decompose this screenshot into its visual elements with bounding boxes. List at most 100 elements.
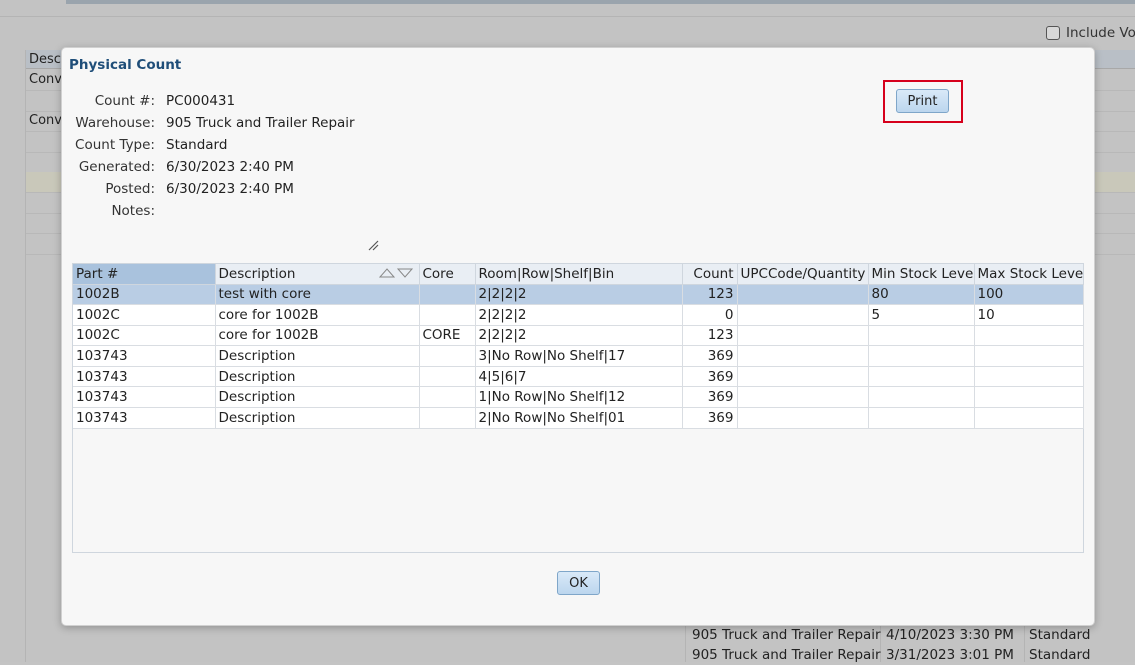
column-header-max-stock[interactable]: Max Stock Level <box>974 264 1084 285</box>
cell-location: 4|5|6|7 <box>475 366 683 388</box>
table-header-row: Part # Description Core Room|Row|Shelf|B… <box>73 264 1084 285</box>
table-row[interactable]: 1002B test with core 2|2|2|2 123 80 100 <box>73 284 1084 306</box>
cell-max-stock <box>974 407 1084 429</box>
cell-max-stock <box>974 325 1084 347</box>
table-row[interactable]: 103743 Description 3|No Row|No Shelf|17 … <box>73 345 1084 367</box>
include-void-label: Include Voi <box>1066 25 1135 41</box>
sort-arrows-icon[interactable] <box>378 267 413 279</box>
cell-part: 103743 <box>73 366 216 388</box>
cell-part: 1002C <box>73 304 216 326</box>
cell-part: 103743 <box>73 407 216 429</box>
generated-value: 6/30/2023 2:40 PM <box>166 159 294 175</box>
cell-min-stock <box>868 407 975 429</box>
resize-grip-icon[interactable] <box>367 239 379 251</box>
include-void-option[interactable]: Include Voi <box>1046 25 1135 41</box>
cell-upc <box>737 386 869 409</box>
cell-min-stock <box>868 325 975 347</box>
background-list-item: 905 Truck and Trailer Repair 4/10/2023 3… <box>0 625 1135 645</box>
background-cell: 3/31/2023 3:01 PM <box>886 647 1014 663</box>
cell-min-stock <box>868 345 975 367</box>
notes-label: Notes: <box>111 203 155 219</box>
column-header-upc[interactable]: UPCCode/Quantity <box>737 264 869 285</box>
warehouse-label: Warehouse: <box>75 115 155 131</box>
column-header-count[interactable]: Count <box>682 264 738 285</box>
background-cell: Standard <box>1029 627 1091 643</box>
background-cell: Standard <box>1029 647 1091 663</box>
cell-core <box>419 366 476 388</box>
column-header-core[interactable]: Core <box>419 264 476 285</box>
cell-count[interactable]: 369 <box>682 366 738 388</box>
cell-core: CORE <box>419 325 476 347</box>
include-void-checkbox[interactable] <box>1046 26 1060 40</box>
generated-label: Generated: <box>78 159 155 175</box>
column-header-min-stock[interactable]: Min Stock Level <box>868 264 975 285</box>
cell-part: 1002B <box>73 284 216 306</box>
background-cell: 4/10/2023 3:30 PM <box>886 627 1014 643</box>
cell-description: test with core <box>215 284 420 306</box>
table-row[interactable]: 103743 Description 1|No Row|No Shelf|12 … <box>73 386 1084 409</box>
cell-core <box>419 284 476 306</box>
cell-count[interactable]: 123 <box>682 284 738 306</box>
cell-max-stock <box>974 366 1084 388</box>
cell-location: 3|No Row|No Shelf|17 <box>475 345 683 367</box>
cell-min-stock <box>868 386 975 409</box>
cell-max-stock: 100 <box>974 284 1084 306</box>
column-header-location[interactable]: Room|Row|Shelf|Bin <box>475 264 683 285</box>
cell-description: Description <box>215 386 420 409</box>
cell-description: Description <box>215 366 420 388</box>
cell-part: 103743 <box>73 345 216 367</box>
cell-location: 1|No Row|No Shelf|12 <box>475 386 683 409</box>
cell-location: 2|2|2|2 <box>475 304 683 326</box>
background-cell: 905 Truck and Trailer Repair <box>692 627 881 643</box>
table-row[interactable]: 103743 Description 2|No Row|No Shelf|01 … <box>73 407 1084 429</box>
cell-min-stock: 80 <box>868 284 975 306</box>
cell-description: Description <box>215 407 420 429</box>
cell-core <box>419 386 476 409</box>
background-cell: 905 Truck and Trailer Repair <box>692 647 881 663</box>
cell-core <box>419 407 476 429</box>
cell-upc <box>737 345 869 367</box>
column-header-description-label: Description <box>218 265 296 282</box>
table-row[interactable]: 1002C core for 1002B CORE 2|2|2|2 123 <box>73 325 1084 347</box>
parts-grid: Part # Description Core Room|Row|Shelf|B… <box>72 263 1084 553</box>
table-row[interactable]: 1002C core for 1002B 2|2|2|2 0 5 10 <box>73 304 1084 326</box>
cell-count[interactable]: 0 <box>682 304 738 326</box>
posted-label: Posted: <box>105 181 155 197</box>
cell-upc <box>737 284 869 306</box>
cell-max-stock <box>974 386 1084 409</box>
ok-button[interactable]: OK <box>557 571 600 595</box>
cell-upc <box>737 325 869 347</box>
background-list-item: 905 Truck and Trailer Repair 3/31/2023 3… <box>0 645 1135 665</box>
cell-description: core for 1002B <box>215 325 420 347</box>
cell-description: core for 1002B <box>215 304 420 326</box>
cell-count[interactable]: 369 <box>682 386 738 409</box>
count-number-value: PC000431 <box>166 93 236 109</box>
cell-core <box>419 304 476 326</box>
cell-upc <box>737 366 869 388</box>
background-top-bar <box>66 0 1135 4</box>
cell-upc <box>737 304 869 326</box>
warehouse-value: 905 Truck and Trailer Repair <box>166 115 355 131</box>
cell-upc <box>737 407 869 429</box>
cell-location: 2|2|2|2 <box>475 284 683 306</box>
cell-count[interactable]: 123 <box>682 325 738 347</box>
column-header-part[interactable]: Part # <box>73 264 216 285</box>
cell-min-stock <box>868 366 975 388</box>
dialog-title: Physical Count <box>69 57 182 73</box>
column-header-description[interactable]: Description <box>215 264 420 285</box>
print-button[interactable]: Print <box>896 89 949 113</box>
count-type-value: Standard <box>166 137 228 153</box>
cell-location: 2|No Row|No Shelf|01 <box>475 407 683 429</box>
cell-max-stock <box>974 345 1084 367</box>
table-row[interactable]: 103743 Description 4|5|6|7 369 <box>73 366 1084 388</box>
cell-max-stock: 10 <box>974 304 1084 326</box>
cell-min-stock: 5 <box>868 304 975 326</box>
physical-count-dialog: Physical Count Count #: PC000431 Warehou… <box>61 47 1095 626</box>
parts-table: Part # Description Core Room|Row|Shelf|B… <box>73 264 1084 429</box>
cell-location: 2|2|2|2 <box>475 325 683 347</box>
posted-value: 6/30/2023 2:40 PM <box>166 181 294 197</box>
count-number-label: Count #: <box>94 93 155 109</box>
cell-count[interactable]: 369 <box>682 345 738 367</box>
cell-count[interactable]: 369 <box>682 407 738 429</box>
cell-part: 103743 <box>73 386 216 409</box>
